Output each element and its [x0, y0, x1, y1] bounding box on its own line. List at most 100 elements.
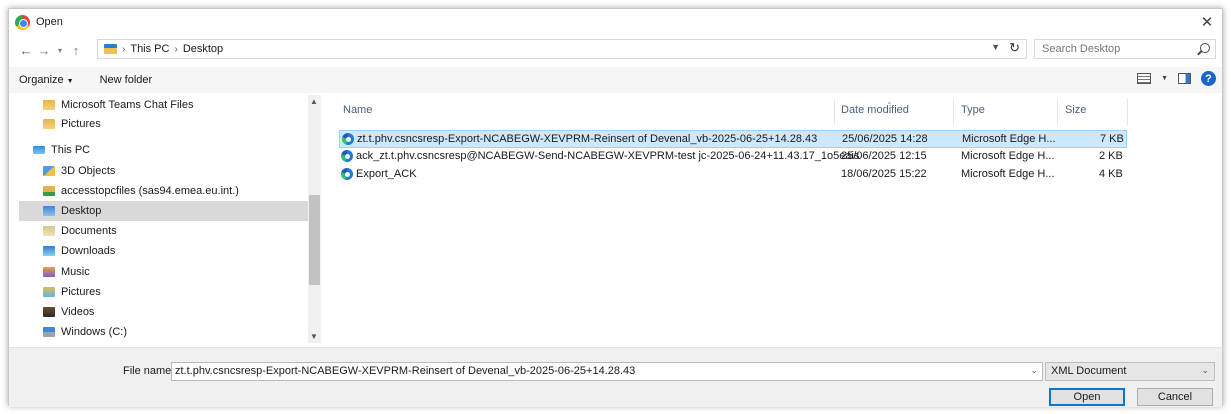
3d-objects-icon: [43, 166, 55, 176]
downloads-icon: [43, 246, 55, 256]
file-type-value: XML Document: [1051, 365, 1127, 377]
title-bar: Open ✕: [9, 9, 1222, 35]
file-name-value: zt.t.phv.csncsresp-Export-NCABEGW-XEVPRM…: [175, 365, 636, 377]
up-button[interactable]: ↑: [67, 43, 85, 58]
forward-button[interactable]: →: [35, 43, 53, 58]
address-row: ← → ▾ ↑ › This PC › Desktop ▼ ↻ Search D…: [9, 37, 1222, 63]
column-divider[interactable]: [1127, 99, 1128, 125]
nav-scrollbar-thumb[interactable]: [309, 195, 320, 285]
scroll-up-icon[interactable]: ▲: [310, 97, 318, 106]
nav-item-label: Downloads: [61, 245, 116, 257]
nav-item-downloads[interactable]: Downloads: [43, 241, 321, 261]
nav-item-network-drive[interactable]: accesstopcfiles (sas94.emea.eu.int.): [43, 181, 321, 201]
new-folder-button[interactable]: New folder: [100, 74, 153, 86]
address-dropdown-icon[interactable]: ▼: [991, 42, 1000, 52]
nav-item-desktop[interactable]: Desktop: [19, 201, 308, 221]
column-header-size[interactable]: Size: [1065, 95, 1086, 125]
command-bar: Organize ▼ New folder ▼ ?: [9, 67, 1222, 93]
file-row[interactable]: zt.t.phv.csncsresp-Export-NCABEGW-XEVPRM…: [339, 130, 1127, 148]
refresh-icon[interactable]: ↻: [1009, 40, 1020, 56]
recent-locations-button[interactable]: ▾: [53, 46, 67, 55]
file-type-select[interactable]: XML Document ⌄: [1045, 362, 1215, 381]
network-drive-icon: [43, 186, 55, 196]
file-name-input[interactable]: zt.t.phv.csncsresp-Export-NCABEGW-XEVPRM…: [171, 362, 1043, 381]
column-header-name[interactable]: Name: [343, 95, 372, 125]
back-button[interactable]: ←: [17, 43, 35, 58]
edge-html-file-icon: [341, 150, 353, 162]
nav-item-teams-chat-files[interactable]: Microsoft Teams Chat Files: [43, 95, 321, 115]
nav-item-windows-c[interactable]: Windows (C:): [43, 322, 321, 342]
nav-scrollbar[interactable]: ▲ ▼: [308, 95, 321, 343]
file-name: Export_ACK: [356, 168, 417, 180]
file-size: 7 KB: [1100, 133, 1124, 145]
nav-item-videos[interactable]: Videos: [43, 302, 321, 322]
file-date: 25/06/2025 14:28: [842, 133, 928, 145]
file-type: Microsoft Edge H...: [961, 150, 1055, 162]
computer-icon: [33, 146, 45, 154]
view-dropdown-icon[interactable]: ▼: [1161, 75, 1168, 82]
chrome-icon: [15, 14, 30, 30]
nav-item-label: This PC: [51, 144, 91, 156]
documents-icon: [43, 226, 55, 236]
chevron-right-icon: ›: [174, 43, 178, 55]
nav-item-label: Documents: [61, 225, 117, 237]
file-name-label: File name:: [123, 365, 175, 377]
videos-icon: [43, 307, 55, 317]
breadcrumb-desktop[interactable]: Desktop: [183, 43, 223, 55]
file-name: zt.t.phv.csncsresp-Export-NCABEGW-XEVPRM…: [357, 133, 818, 145]
nav-item-music[interactable]: Music: [43, 262, 321, 282]
breadcrumb-this-pc[interactable]: This PC: [130, 43, 169, 55]
search-input[interactable]: Search Desktop: [1034, 39, 1216, 59]
column-divider[interactable]: [953, 99, 954, 125]
nav-item-3d-objects[interactable]: 3D Objects: [43, 161, 321, 181]
chevron-down-icon: ⌄: [1201, 365, 1209, 375]
chevron-down-icon[interactable]: ⌄: [1030, 365, 1038, 376]
view-options-icon[interactable]: [1137, 73, 1152, 84]
open-file-dialog: Open ✕ ← → ▾ ↑ › This PC › Desktop ▼ ↻ S…: [8, 8, 1223, 407]
nav-item-label: Music: [61, 266, 90, 278]
close-icon: ✕: [1200, 14, 1214, 31]
open-button[interactable]: Open: [1049, 388, 1125, 406]
file-size: 4 KB: [1099, 168, 1123, 180]
caret-down-icon: ▼: [66, 78, 74, 85]
nav-item-label: Pictures: [61, 286, 101, 298]
column-header-date[interactable]: Date modified: [841, 95, 909, 125]
search-icon: [1200, 43, 1210, 53]
folder-icon: [43, 119, 55, 129]
chevron-right-icon: ›: [122, 43, 126, 55]
file-name: ack_zt.t.phv.csncsresp@NCABEGW-Send-NCAB…: [356, 150, 860, 162]
nav-item-label: 3D Objects: [61, 165, 116, 177]
nav-item-label: Desktop: [61, 205, 102, 217]
organize-label: Organize: [19, 74, 64, 86]
edge-html-file-icon: [341, 168, 353, 180]
help-icon[interactable]: ?: [1201, 71, 1216, 86]
organize-button[interactable]: Organize ▼: [19, 74, 74, 86]
nav-item-label: Videos: [61, 306, 95, 318]
scroll-down-icon[interactable]: ▼: [310, 332, 318, 341]
desktop-folder-icon: [104, 44, 117, 54]
file-row[interactable]: ack_zt.t.phv.csncsresp@NCABEGW-Send-NCAB…: [339, 148, 1127, 166]
address-bar[interactable]: › This PC › Desktop ▼ ↻: [97, 39, 1027, 59]
navigation-pane: Microsoft Teams Chat Files Pictures This…: [19, 95, 321, 343]
nav-item-this-pc[interactable]: This PC: [33, 140, 321, 160]
folder-icon: [43, 100, 55, 110]
file-type: Microsoft Edge H...: [962, 133, 1056, 145]
column-divider[interactable]: [834, 99, 835, 125]
nav-item-documents[interactable]: Documents: [43, 221, 321, 241]
file-dialog-footer: File name: zt.t.phv.csncsresp-Export-NCA…: [9, 347, 1222, 407]
column-divider[interactable]: [1057, 99, 1058, 125]
pictures-icon: [43, 287, 55, 297]
file-type: Microsoft Edge H...: [961, 168, 1055, 180]
column-header-type[interactable]: Type: [961, 95, 985, 125]
file-row[interactable]: Export_ACK 18/06/2025 15:22 Microsoft Ed…: [339, 166, 1127, 184]
close-button[interactable]: ✕: [1196, 11, 1218, 33]
nav-item-pictures-quick[interactable]: Pictures: [43, 114, 321, 134]
nav-item-pictures[interactable]: Pictures: [43, 282, 321, 302]
file-list: ⌄ Name Date modified Type Size zt.t.phv.…: [329, 95, 1209, 343]
music-icon: [43, 267, 55, 277]
window-title: Open: [36, 16, 63, 28]
file-size: 2 KB: [1099, 150, 1123, 162]
cancel-button[interactable]: Cancel: [1137, 388, 1213, 406]
preview-pane-icon[interactable]: [1178, 73, 1191, 84]
desktop-icon: [43, 206, 55, 216]
